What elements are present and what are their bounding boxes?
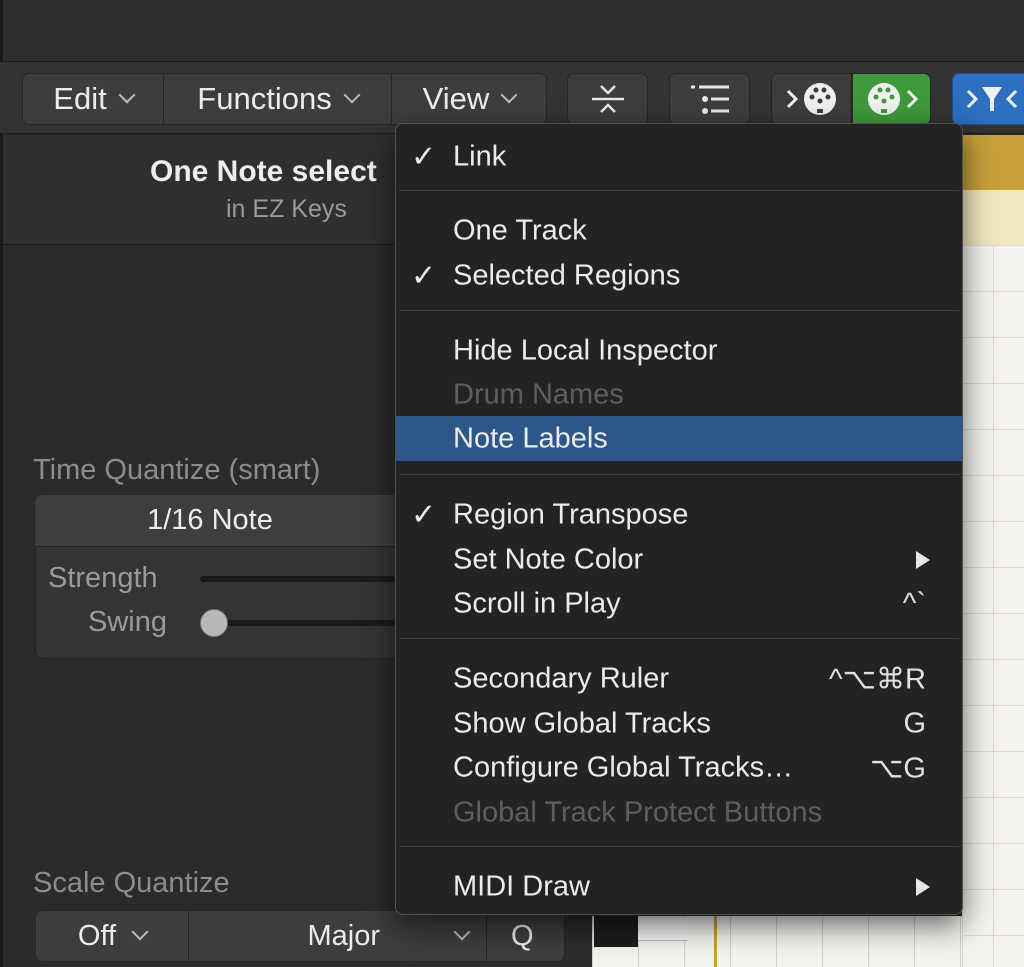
- checkmark-icon: ✓: [411, 140, 437, 173]
- menu-item-label: Global Track Protect Buttons: [453, 796, 823, 828]
- scale-root-value: Off: [77, 919, 117, 952]
- strength-slider[interactable]: [200, 576, 395, 582]
- playhead-line: [714, 916, 717, 967]
- menu-item-label: Show Global Tracks: [453, 707, 711, 739]
- functions-menu-button[interactable]: Functions: [163, 74, 391, 124]
- menu-item-hide-local-inspector[interactable]: Hide Local Inspector: [396, 328, 962, 373]
- menu-item-show-global-tracks[interactable]: Show Global Tracks G: [396, 701, 962, 746]
- edit-menu-label: Edit: [53, 81, 107, 116]
- menu-separator: [399, 310, 959, 311]
- menu-item-selected-regions[interactable]: ✓ Selected Regions: [396, 253, 962, 298]
- strength-label: Strength: [48, 562, 158, 594]
- time-quantize-value: 1/16 Note: [147, 504, 273, 536]
- checkmark-icon: ✓: [411, 498, 437, 531]
- window-title-strip: [0, 0, 1024, 62]
- scale-type-value: Major: [307, 919, 380, 952]
- menu-item-configure-global-tracks[interactable]: Configure Global Tracks… ⌥G: [396, 745, 962, 790]
- menu-item-label: Link: [453, 140, 507, 172]
- catch-filter-button[interactable]: [952, 73, 1024, 125]
- menu-item-label: Configure Global Tracks…: [453, 751, 794, 783]
- menu-item-label: Hide Local Inspector: [453, 334, 718, 366]
- menu-item-note-labels[interactable]: Note Labels: [396, 416, 962, 461]
- menu-item-link[interactable]: ✓ Link: [396, 134, 962, 179]
- collapse-button[interactable]: [567, 73, 648, 125]
- menu-item-region-transpose[interactable]: ✓ Region Transpose: [396, 492, 962, 537]
- menu-item-shortcut: ^`: [902, 587, 926, 619]
- piano-key-white[interactable]: [638, 918, 688, 941]
- region-ruler: [962, 190, 1024, 245]
- collapse-icon: [591, 85, 624, 113]
- piano-key-black[interactable]: [594, 916, 638, 947]
- menu-separator: [399, 474, 959, 475]
- checkmark-icon: ✓: [411, 259, 437, 292]
- scale-type-popup[interactable]: Major: [188, 911, 486, 961]
- menu-separator: [399, 190, 959, 191]
- menu-item-shortcut: ⌥G: [870, 752, 926, 784]
- inspector-header: [3, 135, 395, 245]
- region-header[interactable]: [962, 135, 1024, 190]
- menu-item-midi-draw[interactable]: MIDI Draw: [396, 864, 962, 909]
- functions-menu-label: Functions: [197, 81, 332, 116]
- swing-slider-knob[interactable]: [200, 609, 228, 637]
- midi-out-icon: [867, 83, 918, 115]
- menu-item-scroll-in-play[interactable]: Scroll in Play ^`: [396, 581, 962, 626]
- menu-item-shortcut: G: [903, 707, 926, 739]
- q-button-label: Q: [511, 919, 534, 952]
- list-view-button[interactable]: [669, 73, 750, 125]
- submenu-arrow-icon: [916, 877, 930, 896]
- view-dropdown-menu: ✓ Link One Track ✓ Selected Regions Hide…: [395, 123, 963, 915]
- chevron-down-icon: [500, 86, 518, 104]
- menu-item-label: Region Transpose: [453, 498, 689, 530]
- chevron-down-icon: [131, 923, 149, 941]
- list-indent-icon: [690, 85, 729, 114]
- chevron-down-icon: [343, 86, 361, 104]
- scale-quantize-label: Scale Quantize: [33, 867, 230, 899]
- scale-quantize-apply-button[interactable]: Q: [486, 911, 564, 961]
- view-menu-button[interactable]: View: [391, 74, 546, 124]
- selection-title: One Note select: [150, 155, 377, 188]
- menu-segment: Edit Functions View: [22, 73, 547, 125]
- scale-root-popup[interactable]: Off: [36, 911, 188, 961]
- menu-item-global-track-protect-buttons: Global Track Protect Buttons: [396, 790, 962, 835]
- submenu-arrow-icon: [916, 550, 930, 569]
- menu-item-label: Selected Regions: [453, 259, 681, 291]
- menu-item-secondary-ruler[interactable]: Secondary Ruler ^⌥⌘R: [396, 656, 962, 701]
- time-quantize-popup[interactable]: 1/16 Note: [35, 495, 395, 547]
- midi-out-button[interactable]: [852, 73, 931, 125]
- menu-item-shortcut: ^⌥⌘R: [829, 663, 926, 695]
- menu-separator: [399, 638, 959, 639]
- menu-item-label: MIDI Draw: [453, 870, 590, 902]
- menu-item-label: Set Note Color: [453, 543, 644, 575]
- chevron-down-icon: [118, 86, 136, 104]
- menu-item-label: One Track: [453, 214, 587, 246]
- edit-menu-button[interactable]: Edit: [23, 74, 163, 124]
- menu-item-set-note-color[interactable]: Set Note Color: [396, 537, 962, 582]
- scale-quantize-controls: Off Major Q: [35, 910, 565, 962]
- selection-subtitle: in EZ Keys: [226, 195, 347, 223]
- menu-item-label: Scroll in Play: [453, 587, 621, 619]
- swing-label: Swing: [88, 606, 167, 638]
- menu-item-label: Note Labels: [453, 422, 608, 454]
- swing-slider[interactable]: [205, 620, 395, 626]
- chevron-down-icon: [453, 923, 471, 941]
- midi-in-button[interactable]: [771, 73, 852, 125]
- piano-roll-grid[interactable]: [962, 245, 1024, 967]
- view-menu-label: View: [422, 81, 490, 116]
- midi-in-icon: [786, 83, 836, 115]
- time-quantize-label: Time Quantize (smart): [33, 454, 321, 486]
- filter-funnel-icon: [966, 87, 1018, 111]
- menu-item-label: Drum Names: [453, 378, 624, 410]
- menu-item-one-track[interactable]: One Track: [396, 208, 962, 253]
- menu-separator: [399, 846, 959, 847]
- menu-item-drum-names: Drum Names: [396, 372, 962, 417]
- menu-item-label: Secondary Ruler: [453, 662, 669, 694]
